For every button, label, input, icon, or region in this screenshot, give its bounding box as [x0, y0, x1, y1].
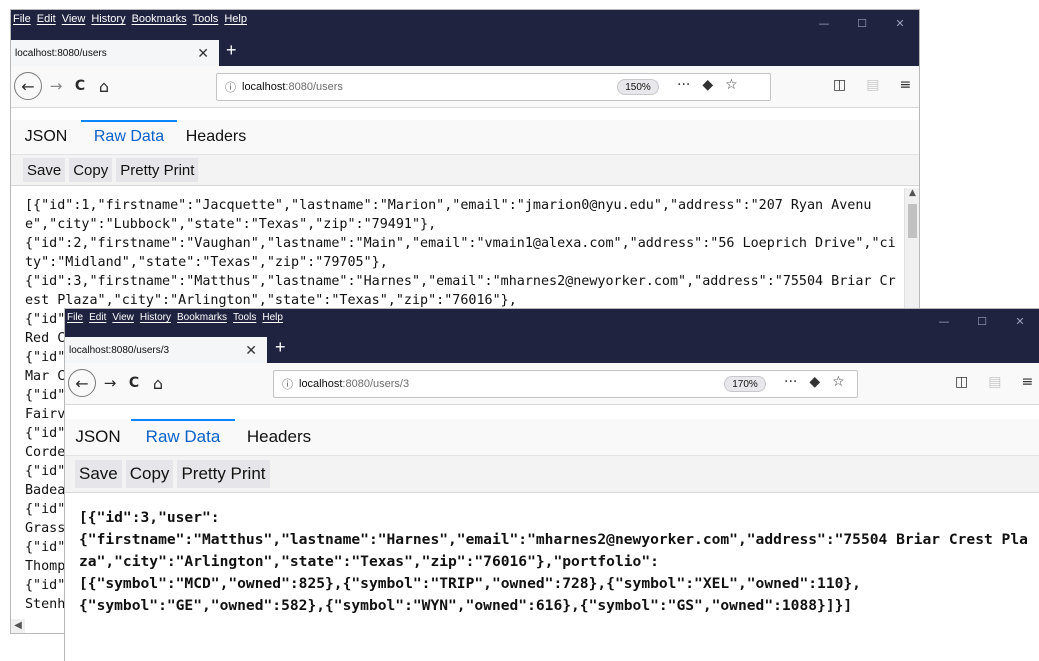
toolbar-icons: ◫ ▤ ≡	[955, 374, 1033, 390]
zoom-indicator[interactable]: 170%	[724, 376, 766, 392]
tab-title: localhost:8080/users	[15, 47, 107, 59]
menu-icon[interactable]: ≡	[899, 77, 911, 93]
home-icon[interactable]: ⌂	[95, 74, 113, 98]
raw-data-toolbar: Save Copy Pretty Print	[11, 154, 919, 186]
sidebar-icon[interactable]: ◫	[833, 77, 846, 93]
tab-raw-data[interactable]: Raw Data	[131, 419, 235, 455]
forward-icon[interactable]: →	[47, 74, 65, 98]
raw-data-toolbar: Save Copy Pretty Print	[65, 455, 1039, 493]
raw-data-panel: [{"id":3,"user": {"firstname":"Matthus",…	[65, 493, 1039, 661]
site-info-icon[interactable]: ⓘ	[225, 79, 236, 95]
library-icon[interactable]: ▤	[988, 374, 1001, 390]
menu-bookmarks[interactable]: Bookmarks	[132, 13, 187, 25]
library-icon[interactable]: ▤	[866, 77, 879, 93]
minimize-button[interactable]: —	[805, 10, 843, 36]
save-button[interactable]: Save	[23, 158, 66, 182]
back-icon[interactable]: ←	[68, 369, 96, 397]
page-actions: ··· ◆ ☆	[784, 374, 845, 390]
tab-headers[interactable]: Headers	[235, 419, 323, 455]
tab-headers[interactable]: Headers	[177, 120, 255, 154]
more-actions-icon[interactable]: ···	[677, 77, 690, 93]
tab-title: localhost:8080/users/3	[69, 344, 170, 356]
maximize-button[interactable]: ☐	[963, 309, 1001, 333]
menu-icon[interactable]: ≡	[1021, 374, 1033, 390]
site-info-icon[interactable]: ⓘ	[282, 376, 293, 392]
copy-button[interactable]: Copy	[125, 460, 174, 488]
menu-history[interactable]: History	[91, 13, 125, 25]
back-icon[interactable]: ←	[14, 72, 42, 100]
address-bar[interactable]: ⓘ localhost:8080/users 150% ··· ◆ ☆	[216, 73, 771, 101]
more-actions-icon[interactable]: ···	[784, 374, 797, 390]
scroll-up-arrow-icon[interactable]: ▲	[905, 188, 919, 202]
menu-edit[interactable]: Edit	[89, 312, 106, 323]
browser-tab[interactable]: localhost:8080/users/3 ✕	[65, 337, 267, 363]
home-icon[interactable]: ⌂	[149, 371, 167, 395]
address-bar[interactable]: ⓘ localhost:8080/users/3 170% ··· ◆ ☆	[273, 370, 858, 398]
pretty-print-button[interactable]: Pretty Print	[177, 460, 270, 488]
menu-tools[interactable]: Tools	[193, 13, 219, 25]
sidebar-icon[interactable]: ◫	[955, 374, 968, 390]
close-button[interactable]: ✕	[1001, 309, 1039, 333]
url-path: :8080/users	[285, 81, 343, 93]
navigation-toolbar: ← → C ⌂ ⓘ localhost:8080/users 150% ··· …	[11, 66, 919, 108]
scrollbar-thumb[interactable]	[908, 204, 917, 238]
close-button[interactable]: ✕	[881, 10, 919, 36]
json-viewer-tabs: JSON Raw Data Headers	[65, 419, 1039, 455]
reload-icon[interactable]: C	[71, 74, 89, 98]
tab-close-icon[interactable]: ✕	[245, 342, 257, 359]
url-host: localhost	[299, 378, 343, 390]
raw-json-text: [{"id":3,"user": {"firstname":"Matthus",…	[79, 509, 1028, 614]
minimize-button[interactable]: —	[925, 309, 963, 333]
menu-bar: File Edit View History Bookmarks Tools H…	[13, 13, 247, 25]
reload-icon[interactable]: C	[125, 371, 143, 395]
navigation-toolbar: ← → C ⌂ ⓘ localhost:8080/users/3 170% ··…	[65, 363, 1039, 405]
toolbar-icons: ◫ ▤ ≡	[833, 77, 911, 93]
menu-bookmarks[interactable]: Bookmarks	[177, 312, 227, 323]
menu-edit[interactable]: Edit	[37, 13, 56, 25]
new-tab-button[interactable]: +	[275, 337, 286, 358]
url-path: :8080/users/3	[342, 378, 410, 390]
tab-json[interactable]: JSON	[11, 120, 81, 154]
bookmark-star-icon[interactable]: ☆	[725, 77, 738, 93]
copy-button[interactable]: Copy	[69, 158, 113, 182]
pocket-icon[interactable]: ◆	[809, 374, 820, 390]
menu-file[interactable]: File	[13, 13, 31, 25]
menu-help[interactable]: Help	[262, 312, 283, 323]
pretty-print-button[interactable]: Pretty Print	[116, 158, 199, 182]
menu-view[interactable]: View	[62, 13, 86, 25]
json-viewer-tabs: JSON Raw Data Headers	[11, 120, 919, 154]
maximize-button[interactable]: ☐	[843, 10, 881, 36]
browser-window-user-3: File Edit View History Bookmarks Tools H…	[64, 308, 1039, 661]
menu-tools[interactable]: Tools	[233, 312, 256, 323]
menu-file[interactable]: File	[67, 312, 83, 323]
tab-close-icon[interactable]: ✕	[197, 45, 209, 62]
page-actions: ··· ◆ ☆	[677, 77, 738, 93]
url-host: localhost	[242, 81, 286, 93]
window-controls: — ☐ ✕	[805, 10, 919, 36]
menu-view[interactable]: View	[112, 312, 134, 323]
zoom-indicator[interactable]: 150%	[617, 79, 659, 95]
browser-tab[interactable]: localhost:8080/users ✕	[11, 40, 219, 66]
tab-json[interactable]: JSON	[65, 419, 131, 455]
bookmark-star-icon[interactable]: ☆	[832, 374, 845, 390]
tab-raw-data[interactable]: Raw Data	[81, 120, 177, 154]
menu-history[interactable]: History	[140, 312, 171, 323]
new-tab-button[interactable]: +	[226, 40, 237, 61]
window-controls: — ☐ ✕	[925, 309, 1039, 333]
scroll-left-arrow-icon[interactable]: ◀	[11, 619, 25, 633]
pocket-icon[interactable]: ◆	[702, 77, 713, 93]
forward-icon[interactable]: →	[101, 371, 119, 395]
save-button[interactable]: Save	[75, 460, 122, 488]
menu-help[interactable]: Help	[224, 13, 247, 25]
menu-bar: File Edit View History Bookmarks Tools H…	[67, 312, 283, 323]
